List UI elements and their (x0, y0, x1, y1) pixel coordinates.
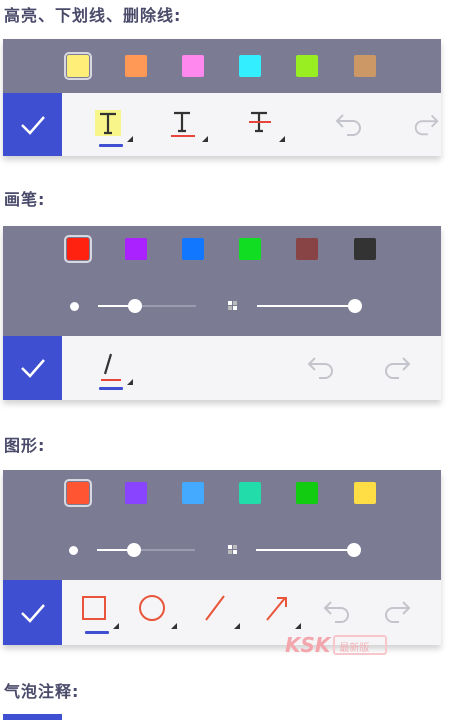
check-icon (20, 359, 45, 378)
color-swatch[interactable] (296, 55, 318, 77)
highlight-button[interactable] (93, 105, 133, 147)
arrow-button[interactable] (261, 592, 301, 632)
color-swatch[interactable] (125, 55, 147, 77)
pen-settings (3, 226, 441, 336)
color-swatch[interactable] (296, 482, 318, 504)
color-swatch[interactable] (182, 55, 204, 77)
undo-button[interactable] (321, 594, 361, 634)
pen-panel (3, 226, 441, 400)
undo-button[interactable] (333, 107, 373, 147)
opacity-icon (228, 545, 237, 554)
thickness-small-icon (69, 546, 78, 555)
undo-icon (323, 601, 349, 623)
color-swatch[interactable] (182, 238, 204, 260)
color-swatch[interactable] (239, 482, 261, 504)
arrow-icon (266, 597, 287, 621)
watermark-logo: KSK (285, 633, 331, 657)
redo-button[interactable] (381, 594, 421, 634)
opacity-icon (228, 301, 237, 310)
text-markup-panel (3, 39, 441, 156)
bubble-panel-top-edge (3, 714, 62, 720)
redo-icon (385, 601, 411, 623)
color-swatch[interactable] (296, 238, 318, 260)
text-markup-toolbar (3, 93, 441, 156)
pen-opacity-knob[interactable] (348, 299, 362, 313)
underline-button[interactable] (168, 105, 208, 145)
line-button[interactable] (200, 592, 240, 632)
ellipse-button[interactable] (137, 592, 177, 632)
section-title-pen: 画笔: (4, 190, 46, 209)
redo-button[interactable] (411, 107, 450, 147)
rectangle-icon (82, 596, 106, 620)
color-swatch[interactable] (354, 55, 376, 77)
color-swatch[interactable] (239, 55, 261, 77)
redo-button[interactable] (381, 350, 421, 390)
undo-button[interactable] (305, 350, 345, 390)
shape-thickness-knob[interactable] (127, 543, 142, 557)
redo-icon (414, 114, 439, 136)
underline-text-icon (171, 111, 195, 137)
section-title-text-markup: 高亮、下划线、删除线: (4, 6, 182, 25)
pen-thickness-knob[interactable] (128, 299, 143, 313)
color-swatch[interactable] (239, 238, 261, 260)
pen-toolbar (3, 336, 441, 400)
strikethrough-text-icon (249, 111, 271, 133)
shapes-settings (3, 470, 441, 580)
highlight-text-icon (95, 110, 121, 136)
confirm-button[interactable] (3, 336, 62, 400)
color-swatch[interactable] (64, 479, 92, 507)
redo-icon (385, 357, 411, 379)
color-swatch[interactable] (125, 238, 147, 260)
line-icon (205, 595, 225, 621)
watermark-text: 最新版 (339, 643, 370, 654)
color-swatch[interactable] (354, 482, 376, 504)
shapes-panel (3, 470, 441, 645)
watermark-badge: 最新版 (333, 635, 388, 655)
thickness-small-icon (70, 302, 79, 311)
color-swatch[interactable] (64, 235, 92, 263)
check-icon (20, 115, 45, 135)
confirm-button[interactable] (3, 580, 62, 645)
confirm-button[interactable] (3, 93, 62, 156)
text-markup-color-palette (3, 39, 441, 93)
color-swatch[interactable] (354, 238, 376, 260)
color-swatch[interactable] (64, 52, 92, 80)
undo-icon (335, 114, 361, 136)
shape-opacity-knob[interactable] (347, 543, 361, 557)
ellipse-icon (139, 595, 165, 621)
color-swatch[interactable] (182, 482, 204, 504)
color-swatch[interactable] (125, 482, 147, 504)
pen-icon (101, 353, 121, 381)
strikethrough-button[interactable] (245, 105, 285, 145)
undo-icon (307, 357, 333, 379)
check-icon (20, 603, 45, 623)
site-watermark: KSK 最新版 (285, 633, 388, 657)
rectangle-button[interactable] (79, 592, 119, 634)
pen-button[interactable] (93, 348, 133, 390)
section-title-shapes: 图形: (4, 436, 46, 455)
section-title-bubble: 气泡注释: (4, 682, 80, 701)
